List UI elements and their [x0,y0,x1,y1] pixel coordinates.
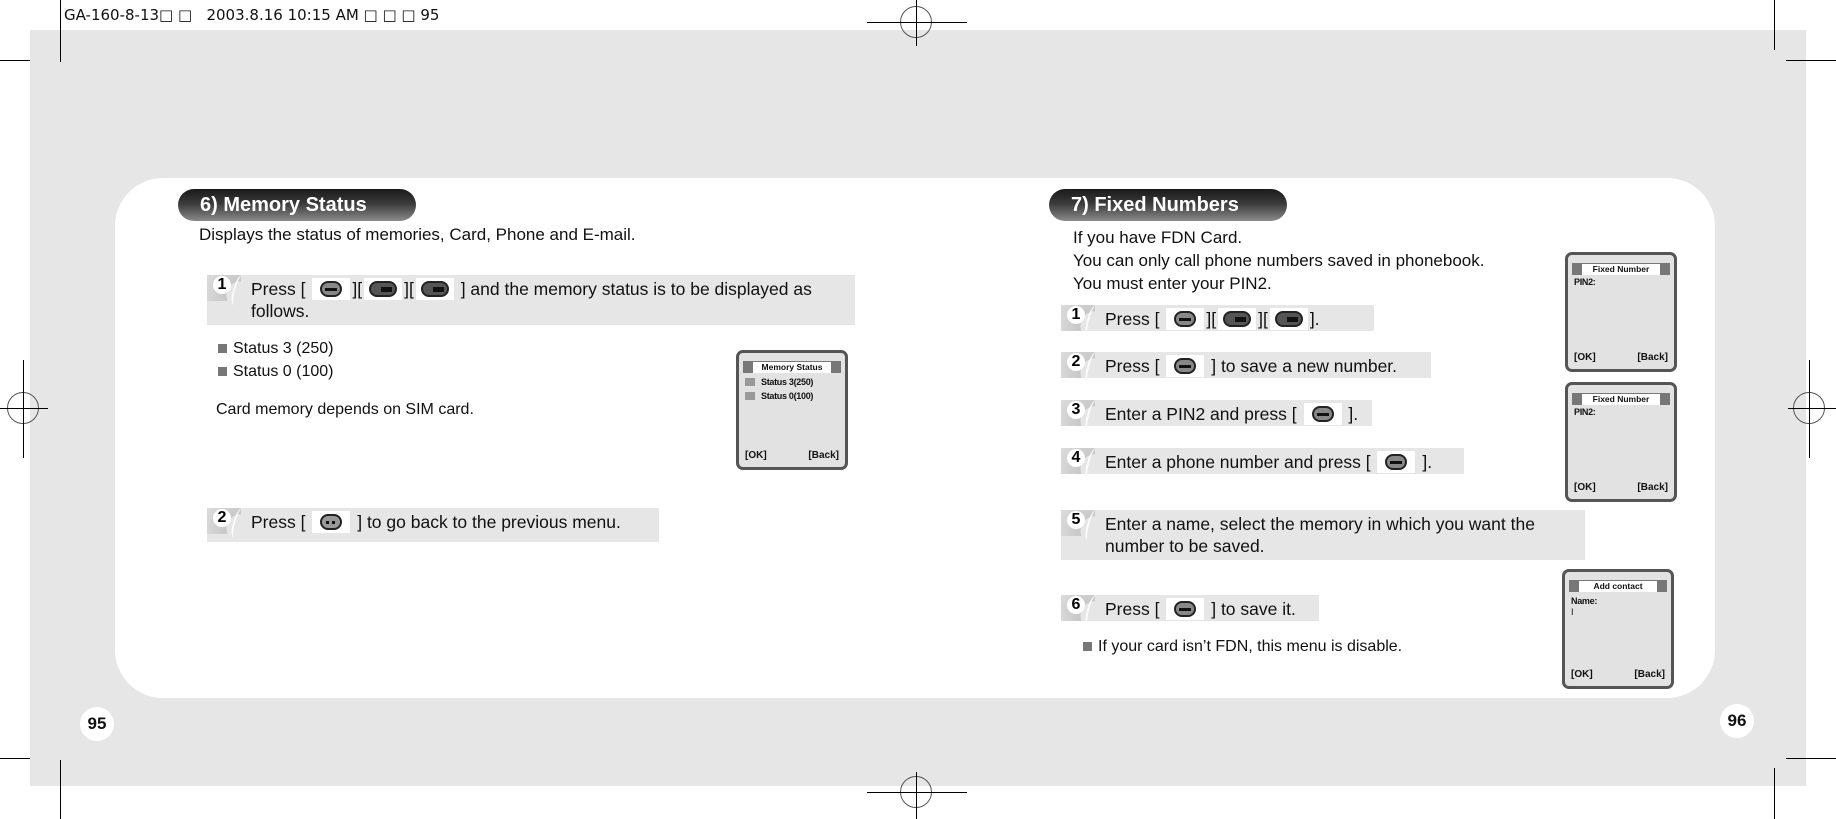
screen-title-bar: Memory Status [743,361,841,373]
crop-mark [0,60,30,61]
page-number-left: 95 [80,707,114,741]
screen-title-bar: Fixed Number [1572,263,1670,275]
registration-line [916,0,917,46]
soft-key-ok: [OK] [1574,352,1596,363]
crop-mark [1786,758,1836,759]
section-title-fixed-numbers: 7) Fixed Numbers [1049,189,1287,221]
memory-icon [745,378,755,386]
screen-title-bar: Add contact [1569,580,1667,592]
fixed-step-2: 2 Press [ ] to save a new number. [1061,352,1431,378]
screen-line: Status 3(250) [745,377,813,387]
crop-mark [60,760,61,819]
step-number-badge: 1 [1061,305,1095,331]
crop-mark [1786,60,1836,61]
memory-icon [745,392,755,400]
6-key-icon [415,278,454,300]
fixed-step-1: 1 Press [ ][][]. [1061,305,1374,331]
ok-key-icon [1166,308,1205,330]
phone-screen-fixed-number-1: Fixed Number PIN2: [OK] [Back] [1565,252,1677,372]
step-number-badge: 1 [207,275,241,301]
page-number-right: 96 [1720,704,1754,738]
fdn-note-bullet: If your card isn’t FDN, this menu is dis… [1083,636,1402,658]
screen-title-bar: Fixed Number [1572,393,1670,405]
soft-key-ok: [OK] [1574,482,1596,493]
fixed-numbers-intro: If you have FDN Card. You can only call … [1073,228,1485,293]
step-number-badge: 6 [1061,595,1095,621]
ok-key-icon [1303,403,1342,425]
section-title-memory-status: 6) Memory Status [178,189,416,221]
registration-line [0,408,48,409]
fixed-step-5: 5 Enter a name, select the memory in whi… [1061,510,1585,560]
memory-status-intro: Displays the status of memories, Card, P… [199,225,636,244]
status-bullet: Status 0 (100) [218,361,334,383]
back-key-icon [312,511,351,533]
7-key-icon [1269,308,1308,330]
registration-line [23,360,24,458]
screen-line: Name: [1571,596,1598,606]
4-key-icon [364,278,403,300]
text-cursor: I [1571,607,1574,617]
screen-line: Status 0(100) [745,391,813,401]
registration-line [916,772,917,819]
soft-key-back: [Back] [808,450,839,461]
step-number-badge: 2 [207,508,241,534]
soft-key-ok: [OK] [1571,669,1593,680]
step-number-badge: 2 [1061,352,1095,378]
ok-key-icon [1166,355,1205,377]
registration-line [867,792,967,793]
print-header: GA-160-8-13□ □ 2003.8.16 10:15 AM □ □ □ … [64,6,440,24]
phone-screen-fixed-number-2: Fixed Number PIN2: [OK] [Back] [1565,382,1677,502]
step-number-badge: 5 [1061,510,1095,536]
soft-key-back: [Back] [1634,669,1665,680]
step-text: Press [ [251,279,306,299]
step-text: Press [ [251,512,306,532]
fixed-step-4: 4 Enter a phone number and press [ ]. [1061,448,1464,474]
soft-key-back: [Back] [1637,352,1668,363]
phone-screen-memory-status: Memory Status Status 3(250) Status 0(100… [736,350,848,470]
registration-line [1809,360,1810,458]
fixed-step-6: 6 Press [ ] to save it. [1061,595,1319,621]
screen-line: PIN2: [1574,407,1596,417]
fixed-step-3: 3 Enter a PIN2 and press [ ]. [1061,400,1372,426]
soft-key-back: [Back] [1637,482,1668,493]
crop-mark [1774,0,1775,50]
memory-step-2: 2 Press [ ] to go back to the previous m… [207,508,659,542]
crop-mark [1774,768,1775,819]
crop-mark [60,0,61,62]
4-key-icon [1218,308,1257,330]
step-number-badge: 4 [1061,448,1095,474]
phone-screen-add-contact: Add contact Name: I [OK] [Back] [1562,569,1674,689]
crop-mark [0,758,30,759]
registration-line [867,22,967,23]
soft-key-ok: [OK] [745,450,767,461]
sim-card-note: Card memory depends on SIM card. [216,401,474,418]
screen-line: PIN2: [1574,277,1596,287]
ok-key-icon [1377,451,1416,473]
step-number-badge: 3 [1061,400,1095,426]
status-bullet: Status 3 (250) [218,338,334,360]
step-text: ] to go back to the previous menu. [357,512,621,532]
ok-key-icon [1166,598,1205,620]
memory-step-1: 1 Press [ ][][ ] and the memory status i… [207,275,855,325]
registration-line [1788,408,1836,409]
ok-key-icon [312,278,351,300]
